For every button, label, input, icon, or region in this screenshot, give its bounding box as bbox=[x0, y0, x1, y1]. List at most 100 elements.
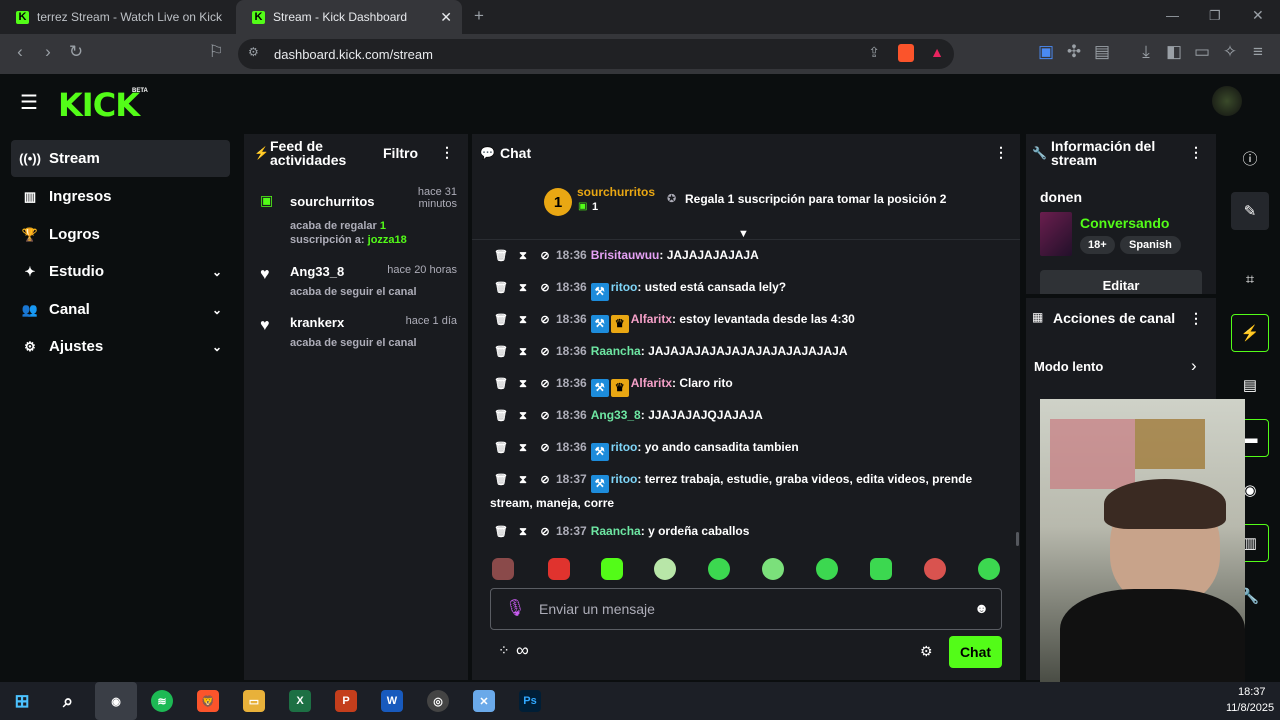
ban-icon[interactable]: ⊘ bbox=[534, 278, 556, 298]
download-icon[interactable]: ⤓ bbox=[1134, 42, 1158, 62]
emote-icon[interactable] bbox=[492, 558, 514, 580]
forward-icon[interactable]: › bbox=[36, 42, 60, 62]
delete-icon[interactable]: 🗑 bbox=[490, 246, 512, 266]
ban-icon[interactable]: ⊘ bbox=[534, 310, 556, 330]
sidebar-item-ajustes[interactable]: ⚙ Ajustes ⌄ bbox=[11, 328, 230, 365]
timeout-icon[interactable]: ⧗ bbox=[512, 470, 534, 490]
browser-tab-stream[interactable]: K terrez Stream - Watch Live on Kick bbox=[0, 0, 232, 34]
reload-icon[interactable]: ↻ bbox=[64, 42, 88, 62]
settings-gear-icon[interactable]: ⚙ bbox=[920, 643, 933, 660]
browser-tab-dashboard[interactable]: K Stream - Kick Dashboard ✕ bbox=[236, 0, 462, 34]
bookmark-icon[interactable]: ⚐ bbox=[204, 42, 228, 62]
sidebar-item-estudio[interactable]: ✦ Estudio ⌄ bbox=[11, 253, 230, 290]
close-tab-icon[interactable]: ✕ bbox=[440, 9, 452, 26]
timeout-icon[interactable]: ⧗ bbox=[512, 278, 534, 298]
category-thumbnail[interactable] bbox=[1040, 212, 1072, 256]
message-input[interactable]: 🎙 Enviar un mensaje ☻ bbox=[490, 588, 1002, 630]
message-user[interactable]: Raancha bbox=[591, 524, 641, 538]
filter-button[interactable]: Filtro bbox=[383, 145, 418, 161]
spotify-icon[interactable]: ≋ bbox=[151, 690, 173, 712]
message-user[interactable]: Ang33_8 bbox=[591, 408, 641, 422]
message-user[interactable]: ritoo bbox=[611, 472, 638, 486]
hamburger-menu-icon[interactable]: ☰ bbox=[20, 90, 38, 115]
message-user[interactable]: Brisitauwuu bbox=[591, 248, 660, 262]
kick-logo[interactable]: KICK bbox=[58, 86, 140, 124]
obs-icon[interactable]: ◉ bbox=[95, 682, 137, 720]
timeout-icon[interactable]: ⧗ bbox=[512, 406, 534, 426]
share-icon[interactable]: ⇪ bbox=[868, 44, 880, 61]
message-user[interactable]: Alfaritx bbox=[631, 312, 672, 326]
ban-icon[interactable]: ⊘ bbox=[534, 374, 556, 394]
emote-icon[interactable] bbox=[978, 558, 1000, 580]
delete-icon[interactable]: 🗑 bbox=[490, 522, 512, 542]
delete-icon[interactable]: 🗑 bbox=[490, 438, 512, 458]
capcut-icon[interactable]: ✕ bbox=[473, 690, 495, 712]
emote-icon[interactable] bbox=[816, 558, 838, 580]
sidebar-toggle-icon[interactable]: ◧ bbox=[1162, 42, 1186, 62]
ban-icon[interactable]: ⊘ bbox=[534, 342, 556, 362]
file-explorer-icon[interactable]: ▭ bbox=[243, 690, 265, 712]
pencil-icon[interactable]: ✎ bbox=[1231, 192, 1269, 230]
reader-icon[interactable]: ▤ bbox=[1090, 42, 1114, 62]
sidebar-item-stream[interactable]: ((•)) Stream bbox=[11, 140, 230, 177]
timeout-icon[interactable]: ⧗ bbox=[512, 374, 534, 394]
edit-button[interactable]: Editar bbox=[1040, 270, 1202, 294]
leo-ai-icon[interactable]: ✧ bbox=[1218, 42, 1242, 62]
emote-icon[interactable] bbox=[870, 558, 892, 580]
brave-rewards-icon[interactable]: ▲ bbox=[930, 44, 944, 60]
message-user[interactable]: ritoo bbox=[611, 440, 638, 454]
back-icon[interactable]: ‹ bbox=[8, 42, 32, 62]
scan-icon[interactable]: ⌗ bbox=[1231, 260, 1269, 298]
emote-icon[interactable] bbox=[924, 558, 946, 580]
chat-menu-icon[interactable]: ⋮ bbox=[994, 144, 1008, 161]
delete-icon[interactable]: 🗑 bbox=[490, 470, 512, 490]
translate-icon[interactable]: ▣ bbox=[1034, 42, 1058, 62]
send-chat-button[interactable]: Chat bbox=[949, 636, 1002, 668]
delete-icon[interactable]: 🗑 bbox=[490, 278, 512, 298]
minimize-icon[interactable]: — bbox=[1166, 8, 1179, 23]
channel-actions-menu-icon[interactable]: ⋮ bbox=[1189, 310, 1203, 327]
brave-shield-icon[interactable] bbox=[898, 44, 914, 62]
powerpoint-icon[interactable]: P bbox=[335, 690, 357, 712]
timeout-icon[interactable]: ⧗ bbox=[512, 438, 534, 458]
delete-icon[interactable]: 🗑 bbox=[490, 342, 512, 362]
excel-icon[interactable]: X bbox=[289, 690, 311, 712]
avatar[interactable] bbox=[1212, 86, 1242, 116]
obs-studio-icon[interactable]: ◎ bbox=[427, 690, 449, 712]
site-info-icon[interactable]: ⚙ bbox=[248, 45, 259, 59]
delete-icon[interactable]: 🗑 bbox=[490, 310, 512, 330]
sidebar-item-logros[interactable]: 🏆 Logros bbox=[11, 216, 230, 253]
infinity-icon[interactable]: ∞ bbox=[516, 640, 529, 661]
emoji-icon[interactable]: ☻ bbox=[974, 600, 989, 616]
message-user[interactable]: ritoo bbox=[611, 280, 638, 294]
emote-icon[interactable] bbox=[548, 558, 570, 580]
timeout-icon[interactable]: ⧗ bbox=[512, 342, 534, 362]
feed-menu-icon[interactable]: ⋮ bbox=[440, 144, 454, 161]
slow-mode-row[interactable]: Modo lento › bbox=[1026, 352, 1216, 382]
message-user[interactable]: Raancha bbox=[591, 344, 641, 358]
category-name[interactable]: Conversando bbox=[1080, 215, 1169, 231]
extensions-icon[interactable]: ✣ bbox=[1062, 42, 1086, 62]
scrollbar[interactable] bbox=[1016, 532, 1019, 546]
search-icon[interactable]: ⌕ bbox=[57, 690, 79, 712]
timeout-icon[interactable]: ⧗ bbox=[512, 522, 534, 542]
collapse-icon[interactable]: ▼ bbox=[738, 228, 749, 240]
gifter-name[interactable]: sourchurritos bbox=[577, 185, 655, 199]
sidebar-item-canal[interactable]: 👥 Canal ⌄ bbox=[11, 291, 230, 328]
emote-icon[interactable] bbox=[762, 558, 784, 580]
timeout-icon[interactable]: ⧗ bbox=[512, 246, 534, 266]
sidebar-item-ingresos[interactable]: ▥ Ingresos bbox=[11, 178, 230, 215]
delete-icon[interactable]: 🗑 bbox=[490, 406, 512, 426]
ban-icon[interactable]: ⊘ bbox=[534, 438, 556, 458]
ban-icon[interactable]: ⊘ bbox=[534, 522, 556, 542]
ban-icon[interactable]: ⊘ bbox=[534, 470, 556, 490]
close-window-icon[interactable]: ✕ bbox=[1252, 7, 1264, 24]
ban-icon[interactable]: ⊘ bbox=[534, 246, 556, 266]
ban-icon[interactable]: ⊘ bbox=[534, 406, 556, 426]
brave-icon[interactable]: 🦁 bbox=[197, 690, 219, 712]
stream-info-menu-icon[interactable]: ⋮ bbox=[1189, 144, 1203, 161]
users-icon[interactable]: ⁘ bbox=[498, 642, 510, 659]
restore-icon[interactable]: ❐ bbox=[1209, 8, 1221, 24]
message-user[interactable]: Alfaritx bbox=[631, 376, 672, 390]
lightning-icon[interactable]: ⚡ bbox=[1231, 314, 1269, 352]
